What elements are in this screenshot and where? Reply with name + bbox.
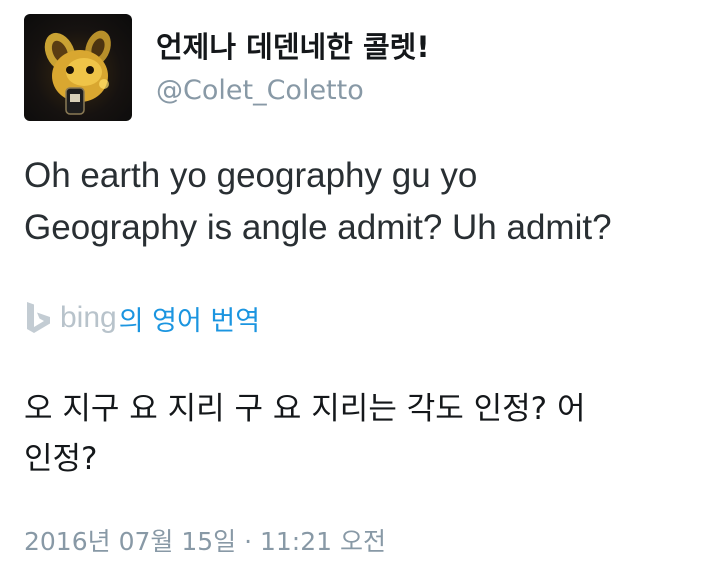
dedenne-avatar-icon: [44, 30, 111, 115]
translated-text-line: 인정?: [24, 441, 98, 477]
author-handle[interactable]: @Colet_Coletto: [156, 75, 364, 106]
translate-label[interactable]: 의 영어 번역: [119, 299, 260, 338]
translation-provider-name: bing: [60, 301, 117, 334]
translated-text: 오 지구 요 지리 구 요 지리는 각도 인정? 어 인정?: [24, 384, 704, 484]
translate-link[interactable]: bing 의 영어 번역: [24, 298, 260, 338]
translated-text-line: 오 지구 요 지리 구 요 지리는 각도 인정? 어: [24, 391, 586, 427]
tweet-text: Oh earth yo geography gu yo Geography is…: [24, 150, 704, 254]
tweet-text-line: Oh earth yo geography gu yo: [24, 156, 478, 195]
author-display-name[interactable]: 언제나 데덴네한 콜렛!: [156, 24, 430, 66]
tweet-timestamp[interactable]: 2016년 07월 15일 · 11:21 오전: [24, 522, 386, 558]
avatar[interactable]: [24, 14, 132, 121]
tweet-text-line: Geography is angle admit? Uh admit?: [24, 208, 612, 247]
bing-icon: [27, 302, 50, 333]
